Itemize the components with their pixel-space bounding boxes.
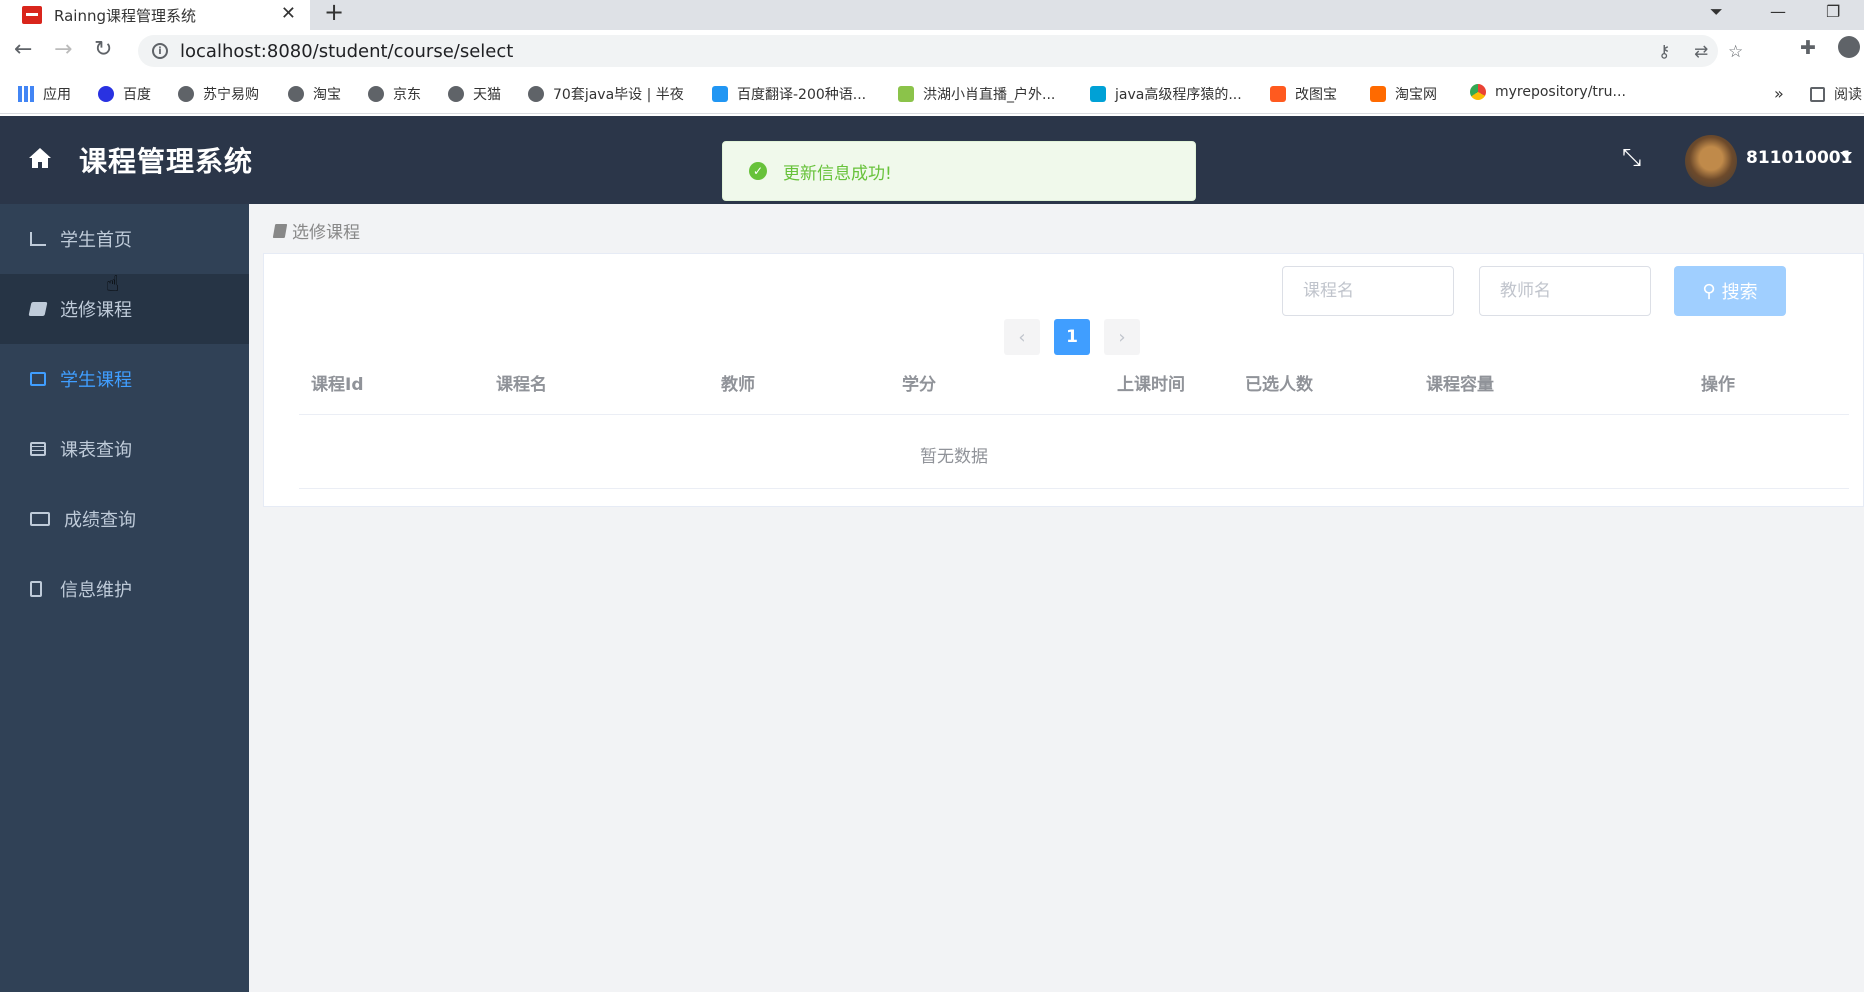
column-header: 课程Id: [311, 375, 364, 395]
column-header: 上课时间: [1117, 375, 1185, 395]
sidebar: 学生首页 选修课程 学生课程 课表查询 成绩查询 信息维护: [0, 204, 249, 992]
sidebar-item-timetable[interactable]: 课表查询: [0, 414, 249, 484]
hand-cursor-icon: ☝: [106, 272, 120, 297]
restore-icon[interactable]: ❐: [1826, 2, 1840, 21]
bookmark-bilibili[interactable]: java高级程序猿的...: [1090, 84, 1242, 104]
id-card-icon: [30, 581, 42, 597]
reload-icon[interactable]: ↻: [94, 37, 112, 63]
teacher-name-input[interactable]: 教师名: [1479, 266, 1651, 316]
table-divider: [299, 488, 1849, 489]
bookmarks-more-button[interactable]: »: [1774, 84, 1784, 103]
fanyi-icon: [712, 86, 728, 102]
table-icon: [30, 442, 46, 456]
breadcrumb-label: 选修课程: [292, 223, 360, 243]
taobao-icon: [1370, 86, 1386, 102]
sidebar-item-profile[interactable]: 信息维护: [0, 554, 249, 624]
close-tab-icon[interactable]: ✕: [281, 3, 296, 24]
bookmarks-bar: 应用 百度 苏宁易购 淘宝 京东 天猫 70套java毕设 | 半夜 百度翻译-…: [0, 74, 1864, 114]
username[interactable]: 811010001: [1746, 148, 1852, 168]
column-header: 课程名: [496, 375, 547, 395]
browser-tab-strip: Rainng课程管理系统 ✕ + ⏷ — ❐: [0, 0, 1864, 30]
sidebar-item-student-home[interactable]: 学生首页: [0, 204, 249, 274]
course-name-input[interactable]: 课程名: [1282, 266, 1454, 316]
bar-chart-icon: [30, 232, 46, 246]
chrome-icon: [1470, 84, 1486, 100]
bookmark-baidu[interactable]: 百度: [98, 84, 151, 104]
column-header: 操作: [1701, 375, 1735, 395]
prev-page-button[interactable]: ‹: [1004, 319, 1040, 355]
back-icon[interactable]: ←: [14, 37, 32, 63]
table-divider: [299, 414, 1849, 415]
search-button[interactable]: ⚲ 搜索: [1674, 266, 1786, 316]
edit-icon: [30, 372, 46, 386]
profile-avatar-icon[interactable]: [1838, 36, 1860, 58]
gaitubao-icon: [1270, 86, 1286, 102]
avatar[interactable]: [1685, 135, 1737, 187]
bookmark-gaitubao[interactable]: 改图宝: [1270, 84, 1337, 104]
forward-icon[interactable]: →: [54, 37, 72, 63]
globe-icon: [528, 86, 544, 102]
book-icon: [272, 223, 288, 238]
globe-icon: [178, 86, 194, 102]
app-title: 课程管理系统: [79, 145, 254, 178]
url-omnibox[interactable]: i localhost:8080/student/course/select ⚷…: [138, 35, 1743, 67]
bilibili-icon: [1090, 86, 1106, 102]
toast-message: 更新信息成功!: [783, 163, 892, 184]
caret-down-icon[interactable]: [1840, 152, 1852, 159]
url-text[interactable]: localhost:8080/student/course/select: [180, 41, 513, 62]
minimize-icon[interactable]: —: [1770, 2, 1786, 21]
breadcrumb: 选修课程: [272, 218, 360, 243]
reading-list-icon: [1810, 86, 1825, 102]
bookmark-baidu-fanyi[interactable]: 百度翻译-200种语...: [712, 84, 866, 104]
bookmark-taobao[interactable]: 淘宝: [288, 84, 341, 104]
page-number-button[interactable]: 1: [1054, 319, 1090, 355]
newspaper-icon: [30, 512, 50, 526]
book-icon: [28, 302, 48, 316]
site-favicon-icon: [22, 6, 42, 24]
site-info-icon[interactable]: i: [152, 43, 168, 59]
translate-icon[interactable]: ⇄: [1694, 42, 1708, 62]
new-tab-button[interactable]: +: [324, 0, 344, 24]
bookmark-suning[interactable]: 苏宁易购: [178, 84, 259, 104]
globe-icon: [368, 86, 384, 102]
column-header: 已选人数: [1245, 375, 1313, 395]
reading-list[interactable]: 阅读: [1810, 84, 1862, 104]
sidebar-item-grades[interactable]: 成绩查询: [0, 484, 249, 554]
course-card: 课程名 教师名 ⚲ 搜索 ‹ 1 › 课程Id 课程名 教师 学分 上课时间 已…: [263, 253, 1864, 507]
bookmark-taobao-net[interactable]: 淘宝网: [1370, 84, 1437, 104]
sidebar-item-student-courses[interactable]: 学生课程: [0, 344, 249, 414]
globe-icon: [288, 86, 304, 102]
search-icon: ⚲: [1702, 280, 1716, 302]
bookmark-jd[interactable]: 京东: [368, 84, 421, 104]
apps-icon: [18, 86, 34, 102]
fullscreen-icon[interactable]: ⤡: [1622, 143, 1641, 171]
bookmark-apps[interactable]: 应用: [18, 84, 71, 104]
browser-tab[interactable]: Rainng课程管理系统 ✕: [0, 0, 310, 30]
key-icon[interactable]: ⚷: [1658, 42, 1670, 62]
tab-title: Rainng课程管理系统: [54, 6, 196, 25]
profile-dropdown-icon[interactable]: ⏷: [1710, 2, 1723, 22]
empty-table-text: 暂无数据: [920, 447, 988, 467]
bookmark-myrepository[interactable]: myrepository/tru...: [1470, 84, 1626, 100]
bookmark-honghu[interactable]: 洪湖小肖直播_户外...: [898, 84, 1055, 104]
sidebar-item-elective-courses[interactable]: 选修课程: [0, 274, 249, 344]
column-header: 课程容量: [1426, 375, 1494, 395]
bookmark-star-icon[interactable]: ☆: [1728, 42, 1743, 62]
success-toast: ✓ 更新信息成功!: [722, 141, 1196, 201]
column-header: 学分: [902, 375, 936, 395]
main-content: 选修课程 课程名 教师名 ⚲ 搜索 ‹ 1 › 课程Id 课程名 教师 学分 上…: [249, 204, 1864, 992]
baidu-icon: [98, 86, 114, 102]
home-icon[interactable]: [28, 147, 52, 169]
column-header: 教师: [721, 375, 755, 395]
bookmark-tmall[interactable]: 天猫: [448, 84, 501, 104]
bookmark-java-projects[interactable]: 70套java毕设 | 半夜: [528, 84, 684, 104]
hh-icon: [898, 86, 914, 102]
address-bar: ← → ↻ i localhost:8080/student/course/se…: [0, 30, 1864, 72]
check-circle-icon: ✓: [749, 162, 767, 180]
extensions-icon[interactable]: ✚: [1800, 37, 1816, 59]
next-page-button[interactable]: ›: [1104, 319, 1140, 355]
globe-icon: [448, 86, 464, 102]
